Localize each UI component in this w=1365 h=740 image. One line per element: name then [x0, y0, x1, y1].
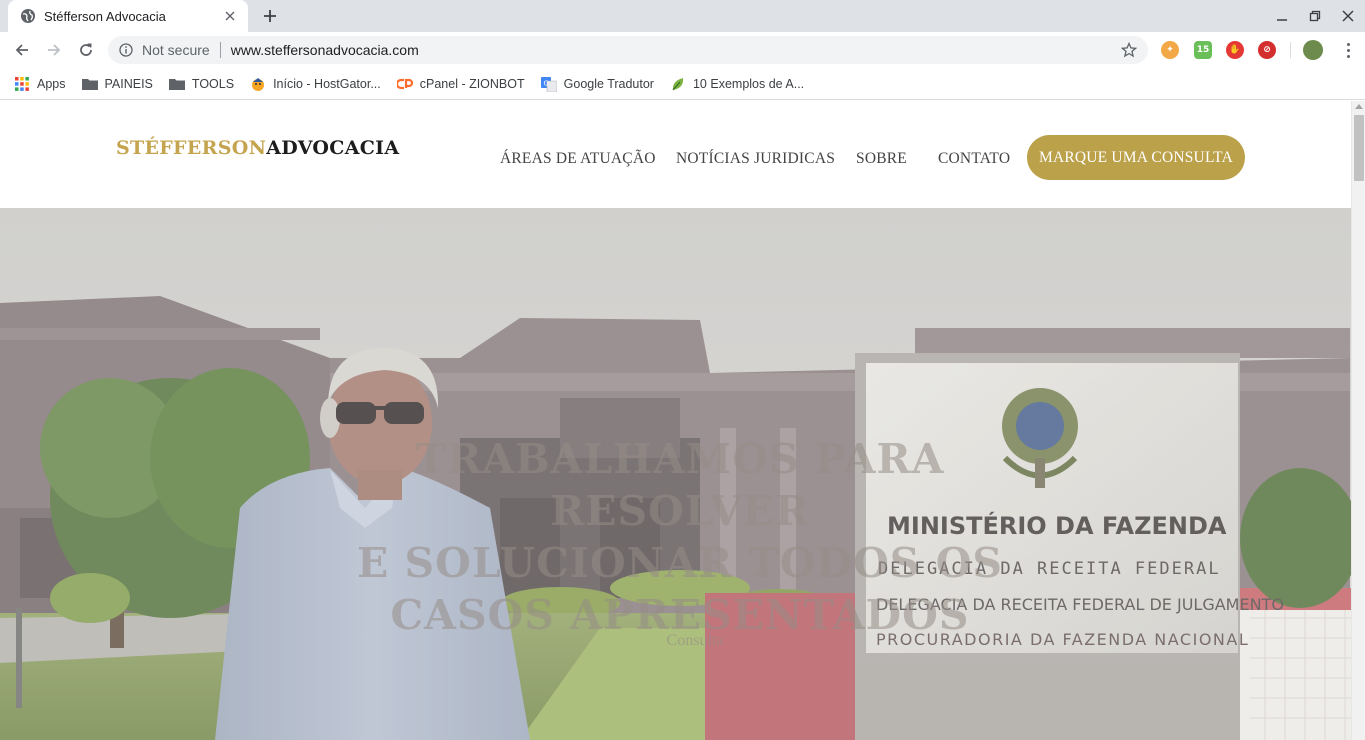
book-consultation-button[interactable]: MARQUE UMA CONSULTA [1027, 135, 1245, 180]
bookmark-label: Apps [37, 76, 66, 91]
globe-icon [20, 8, 36, 24]
extension-red-hand-icon[interactable]: ✋ [1226, 41, 1244, 59]
page-viewport: STÉFFERSONADVOCACIA ÁREAS DE ATUAÇÃO NOT… [0, 101, 1351, 740]
nav-sobre[interactable]: SOBRE [856, 150, 907, 168]
hero-title-line-1: TRABALHAMOS PARA RESOLVER [415, 435, 945, 535]
apps-grid-icon [14, 76, 30, 92]
extension-red-circle-icon[interactable]: ⊘ [1258, 41, 1276, 59]
bookmark-10-exemplos[interactable]: 10 Exemplos de A... [670, 76, 804, 92]
folder-icon [81, 76, 98, 92]
browser-toolbar: Not secure www.steffersonadvocacia.com ✦… [0, 32, 1365, 68]
leaf-icon [670, 76, 686, 92]
profile-avatar-icon[interactable] [1303, 40, 1323, 60]
toolbar-divider [1290, 42, 1291, 58]
hostgator-icon [250, 76, 266, 92]
svg-text:G: G [543, 79, 548, 87]
bookmarks-bar: Apps PAINEIS TOOLS Início - HostGator...… [0, 68, 1365, 100]
browser-tabstrip: Stéfferson Advocacia [0, 0, 1365, 32]
bookmark-tools[interactable]: TOOLS [168, 76, 235, 92]
address-separator [219, 42, 221, 58]
nav-areas-de-atuacao[interactable]: ÁREAS DE ATUAÇÃO [500, 150, 656, 168]
bookmark-cpanel[interactable]: cPanel - ZIONBOT [396, 76, 525, 92]
logo-part-1: STÉFFERSON [116, 137, 267, 159]
bookmark-google-tradutor[interactable]: G Google Tradutor [540, 76, 654, 92]
forward-button[interactable] [40, 36, 68, 64]
extension-green-icon[interactable]: 15 [1194, 41, 1212, 59]
back-button[interactable] [8, 36, 36, 64]
nav-contato[interactable]: CONTATO [938, 150, 1010, 168]
bookmark-label: Google Tradutor [563, 76, 654, 91]
site-logo[interactable]: STÉFFERSONADVOCACIA [116, 137, 399, 159]
scroll-up-arrow-icon[interactable] [1355, 104, 1363, 109]
hero-title-line-2: E SOLUCIONAR TODOS OS [356, 539, 1004, 587]
logo-part-2: ADVOCACIA [266, 137, 400, 159]
bookmark-label: cPanel - ZIONBOT [419, 76, 525, 91]
address-bar[interactable]: Not secure www.steffersonadvocacia.com [108, 36, 1148, 64]
bookmark-label: TOOLS [191, 76, 235, 91]
bookmark-star-icon[interactable] [1120, 41, 1138, 59]
minimize-button[interactable] [1266, 0, 1298, 32]
close-tab-icon[interactable] [222, 8, 238, 24]
hero-section: MINISTÉRIO DA FAZENDA DELEGACIA DA RECEI… [0, 208, 1351, 740]
close-window-button[interactable] [1332, 0, 1364, 32]
browser-tab[interactable]: Stéfferson Advocacia [8, 0, 248, 32]
extension-orange-icon[interactable]: ✦ [1161, 41, 1179, 59]
google-translate-icon: G [540, 76, 557, 92]
info-icon[interactable] [118, 42, 134, 58]
bookmark-label: 10 Exemplos de A... [692, 76, 805, 91]
new-tab-button[interactable] [258, 4, 282, 28]
restore-button[interactable] [1299, 0, 1331, 32]
security-label[interactable]: Not secure [142, 42, 210, 58]
folder-icon [168, 76, 185, 92]
cpanel-icon [396, 76, 413, 92]
reload-button[interactable] [72, 36, 100, 64]
hero-title: TRABALHAMOS PARA RESOLVER E SOLUCIONAR T… [290, 433, 1070, 641]
tab-title: Stéfferson Advocacia [44, 8, 166, 24]
bookmark-label: Início - HostGator... [273, 76, 381, 91]
bookmark-label: PAINEIS [104, 76, 153, 91]
bookmark-apps[interactable]: Apps [14, 76, 66, 92]
browser-menu-icon[interactable] [1336, 38, 1360, 62]
bookmark-hostgator[interactable]: Início - HostGator... [250, 76, 381, 92]
site-header: STÉFFERSONADVOCACIA ÁREAS DE ATUAÇÃO NOT… [0, 101, 1351, 208]
bookmark-paineis[interactable]: PAINEIS [81, 76, 153, 92]
page-scrollbar[interactable] [1351, 101, 1365, 740]
url-text[interactable]: www.steffersonadvocacia.com [231, 42, 1120, 58]
nav-noticias-juridicas[interactable]: NOTÍCIAS JURIDICAS [676, 150, 835, 168]
hero-consulta-link[interactable]: Consulta [620, 632, 770, 650]
scrollbar-thumb[interactable] [1354, 115, 1364, 181]
